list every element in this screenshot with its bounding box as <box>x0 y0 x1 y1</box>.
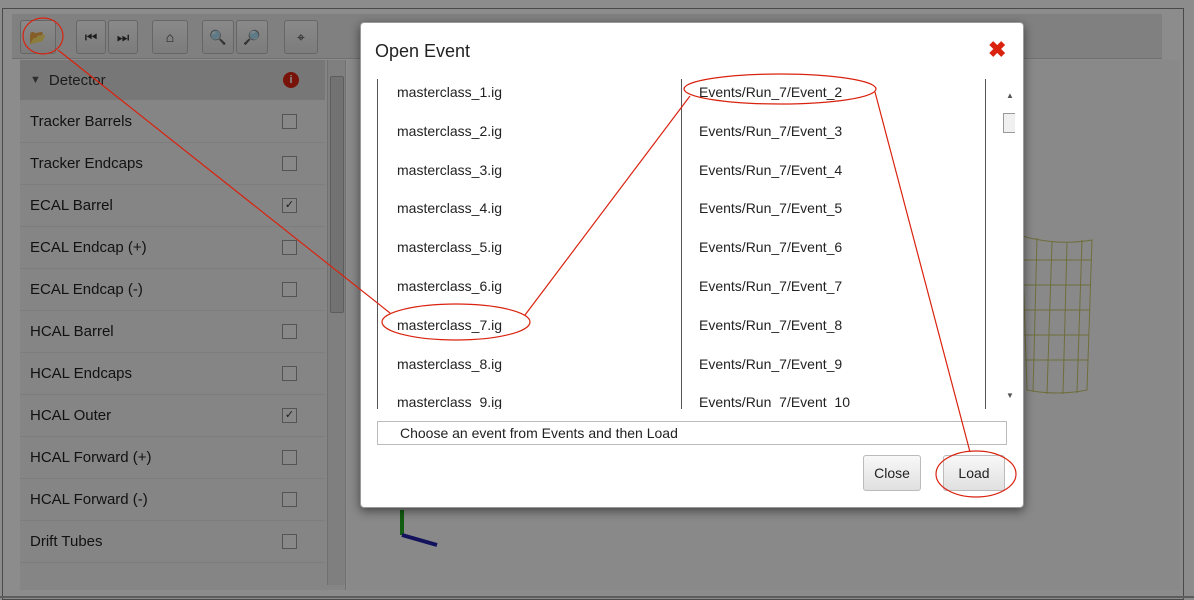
annotation-line-1 <box>57 49 391 314</box>
annotation-ellipse-file <box>381 303 531 341</box>
annotation-ellipse-load <box>935 450 1017 498</box>
annotation-line-3 <box>874 91 971 453</box>
annotation-ellipse-event <box>683 73 877 105</box>
annotation-line-2 <box>524 95 691 316</box>
annotation-ellipse-open <box>22 17 64 55</box>
tutorial-annotations <box>22 17 1017 498</box>
